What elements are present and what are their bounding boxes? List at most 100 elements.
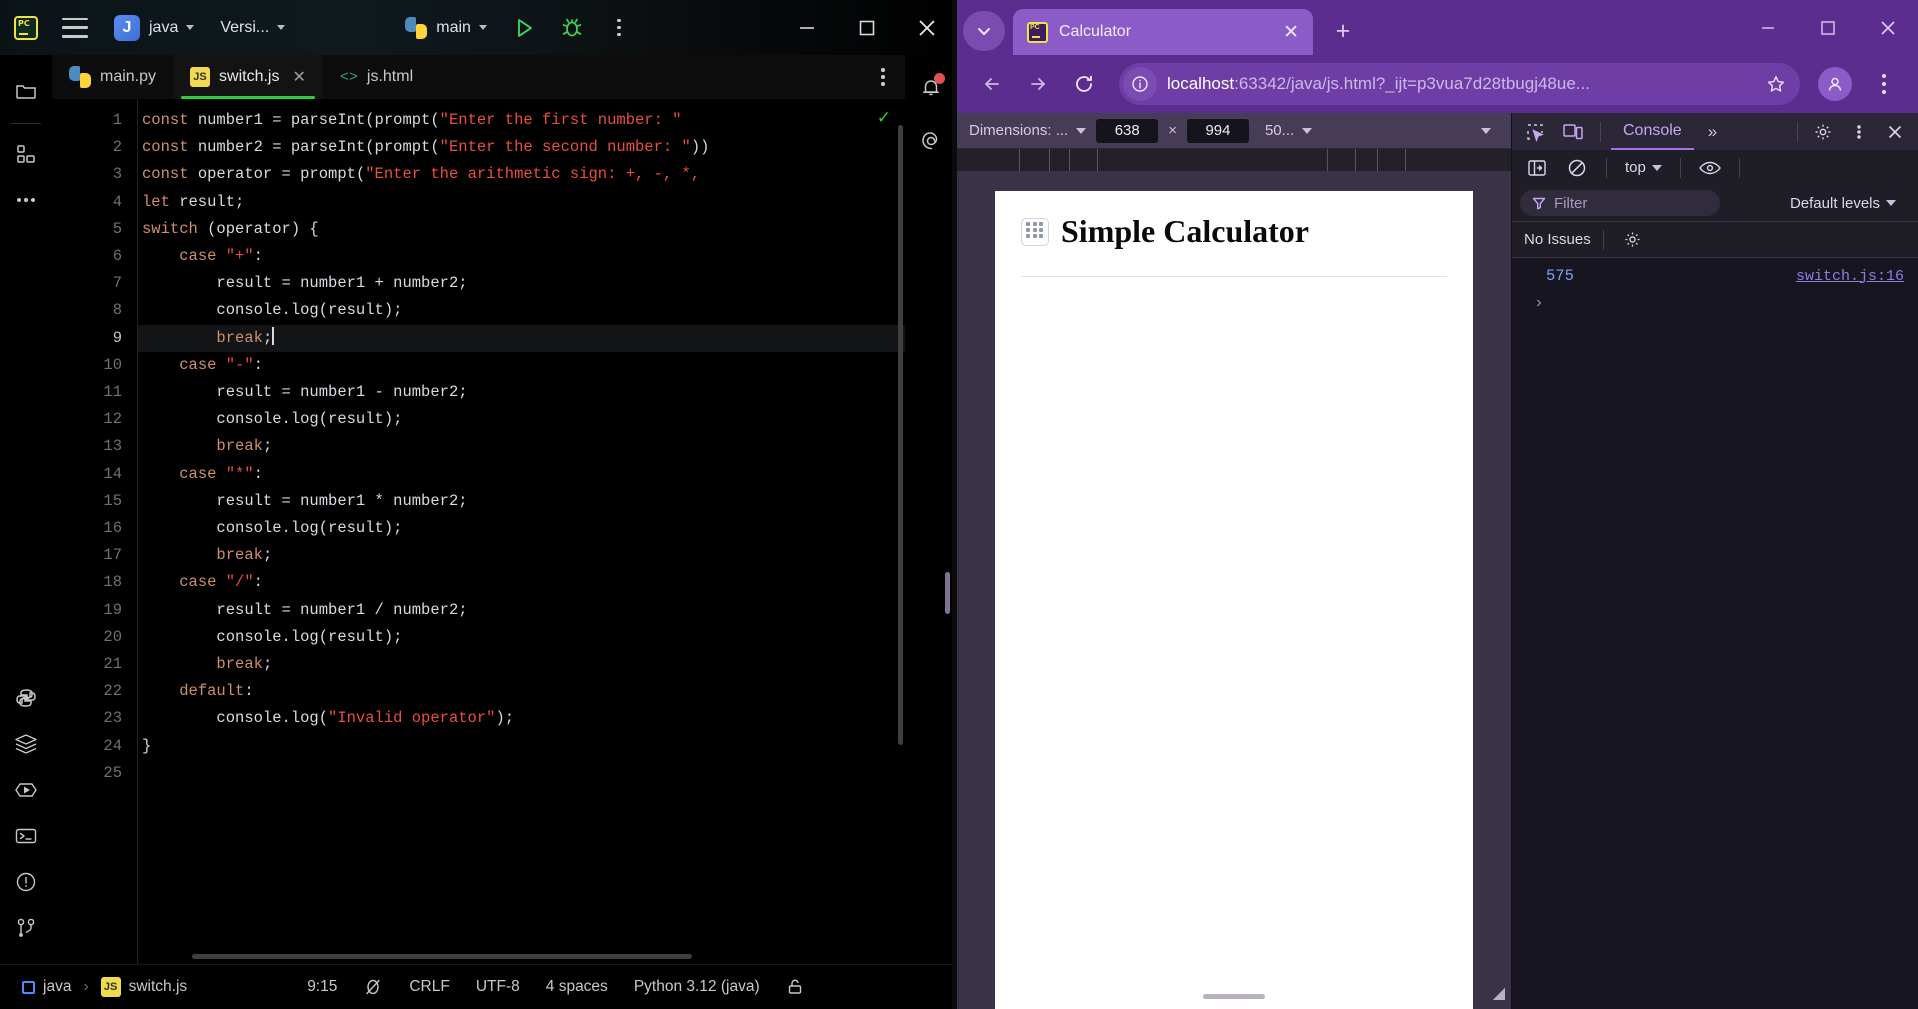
- code-line[interactable]: result = number1 * number2;: [138, 488, 905, 515]
- profile-avatar-icon[interactable]: [1818, 67, 1852, 101]
- new-tab-button[interactable]: +: [1323, 11, 1363, 51]
- close-icon[interactable]: [897, 0, 957, 55]
- console-filter-input[interactable]: Filter: [1520, 190, 1720, 216]
- minimize-icon[interactable]: [1738, 0, 1798, 55]
- browser-menu-icon[interactable]: [1864, 74, 1904, 94]
- code-editor[interactable]: 1 2 3 4 5 6 7 8 9 10 11 12 13 14 15 16 17 18 19 20 21 22 23 24 2…: [52, 99, 905, 964]
- run-configuration-selector[interactable]: main: [405, 16, 487, 39]
- close-devtools-icon[interactable]: [1878, 117, 1912, 147]
- code-line[interactable]: const operator = prompt("Enter the arith…: [138, 161, 905, 188]
- code-line[interactable]: break;: [138, 651, 905, 678]
- browser-tab-calculator[interactable]: Calculator ✕: [1013, 9, 1313, 55]
- notifications-bell-icon[interactable]: [911, 67, 951, 107]
- code-line[interactable]: case "/":: [138, 569, 905, 596]
- viewport-resize-handle[interactable]: [945, 572, 950, 614]
- code-line[interactable]: console.log(result);: [138, 406, 905, 433]
- execution-context-selector[interactable]: top: [1619, 159, 1668, 176]
- main-menu-icon[interactable]: [62, 17, 88, 38]
- code-line[interactable]: console.log(result);: [138, 624, 905, 651]
- code-line[interactable]: switch (operator) {: [138, 216, 905, 243]
- device-more-options-icon[interactable]: [1481, 127, 1491, 134]
- inspect-element-icon[interactable]: [1518, 117, 1552, 147]
- address-bar[interactable]: localhost:63342/java/js.html?_ijt=p3vua7…: [1119, 63, 1800, 105]
- close-tab-icon[interactable]: ✕: [292, 67, 305, 87]
- code-line[interactable]: result = number1 + number2;: [138, 270, 905, 297]
- forward-arrow-icon[interactable]: [1017, 63, 1059, 105]
- dimensions-selector[interactable]: Dimensions: ...: [969, 122, 1087, 139]
- code-line[interactable]: case "*":: [138, 461, 905, 488]
- log-levels-selector[interactable]: Default levels: [1790, 195, 1896, 212]
- python-console-icon[interactable]: [6, 678, 46, 718]
- code-line[interactable]: break;: [138, 433, 905, 460]
- code-line[interactable]: result = number1 - number2;: [138, 379, 905, 406]
- url-text[interactable]: localhost:63342/java/js.html?_ijt=p3vua7…: [1167, 74, 1748, 94]
- code-line[interactable]: default:: [138, 678, 905, 705]
- site-info-icon[interactable]: [1123, 67, 1157, 101]
- console-message-row[interactable]: 575 switch.js:16: [1512, 264, 1918, 288]
- code-line[interactable]: break;: [138, 324, 905, 352]
- line-separator[interactable]: CRLF: [409, 978, 449, 996]
- more-actions-icon[interactable]: [609, 18, 629, 37]
- editor-tab-main-py[interactable]: main.py: [52, 55, 173, 99]
- vcs-widget[interactable]: Versi...: [220, 19, 286, 37]
- code-line[interactable]: const number2 = parseInt(prompt("Enter t…: [138, 134, 905, 161]
- terminal-icon[interactable]: [6, 816, 46, 856]
- project-folder-icon[interactable]: [6, 71, 46, 111]
- console-sidebar-icon[interactable]: [1520, 153, 1554, 183]
- minimize-icon[interactable]: [777, 0, 837, 55]
- problems-icon[interactable]: [6, 862, 46, 902]
- viewport-width-input[interactable]: [1096, 118, 1159, 143]
- code-line[interactable]: const number1 = parseInt(prompt("Enter t…: [138, 107, 905, 134]
- issues-settings-icon[interactable]: [1616, 225, 1650, 255]
- page-viewport[interactable]: Simple Calculator: [995, 191, 1473, 1009]
- code-line[interactable]: case "-":: [138, 352, 905, 379]
- editor-vertical-scrollbar[interactable]: [898, 125, 903, 745]
- maximize-icon[interactable]: [837, 0, 897, 55]
- viewport-bottom-handle[interactable]: [1203, 994, 1265, 999]
- console-message-source[interactable]: switch.js:16: [1796, 268, 1904, 285]
- ai-assistant-icon[interactable]: [911, 121, 951, 161]
- run-icon[interactable]: [513, 17, 535, 39]
- zoom-selector[interactable]: 50...: [1265, 122, 1313, 139]
- more-tabs-icon[interactable]: »: [1698, 122, 1727, 142]
- run-widget-icon[interactable]: [6, 770, 46, 810]
- tab-console[interactable]: Console: [1611, 113, 1694, 150]
- version-control-icon[interactable]: [6, 908, 46, 948]
- code-line[interactable]: case "+":: [138, 243, 905, 270]
- editor-horizontal-scrollbar[interactable]: [192, 954, 692, 959]
- inspections-off-icon[interactable]: [363, 977, 383, 997]
- close-icon[interactable]: [1858, 0, 1918, 55]
- back-arrow-icon[interactable]: [971, 63, 1013, 105]
- reload-icon[interactable]: [1063, 63, 1105, 105]
- indent-setting[interactable]: 4 spaces: [546, 978, 608, 996]
- code-line[interactable]: console.log("Invalid operator");: [138, 705, 905, 732]
- issues-count[interactable]: No Issues: [1524, 231, 1591, 248]
- editor-tab-switch-js[interactable]: JS switch.js ✕: [173, 55, 323, 99]
- caret-position[interactable]: 9:15: [307, 978, 337, 996]
- database-icon[interactable]: [6, 724, 46, 764]
- inspection-status-icon[interactable]: ✓: [877, 108, 891, 128]
- code-line[interactable]: }: [138, 733, 905, 760]
- code-content[interactable]: const number1 = parseInt(prompt("Enter t…: [137, 99, 905, 964]
- code-line[interactable]: console.log(result);: [138, 297, 905, 324]
- python-interpreter[interactable]: Python 3.12 (java): [634, 978, 760, 996]
- tab-search-icon[interactable]: [963, 11, 1005, 51]
- device-toolbar-icon[interactable]: [1556, 117, 1590, 147]
- breadcrumb[interactable]: java › JS switch.js: [22, 977, 187, 997]
- editor-tab-js-html[interactable]: <> js.html: [323, 55, 430, 99]
- star-icon[interactable]: [1758, 66, 1794, 102]
- settings-gear-icon[interactable]: [1806, 117, 1840, 147]
- viewport-corner-resize-icon[interactable]: ◢: [1493, 983, 1505, 1003]
- unlocked-icon[interactable]: [786, 978, 804, 996]
- viewport-height-input[interactable]: [1186, 118, 1249, 143]
- console-output[interactable]: 575 switch.js:16 ›: [1512, 258, 1918, 1009]
- file-encoding[interactable]: UTF-8: [476, 978, 520, 996]
- more-tool-windows-icon[interactable]: [6, 180, 46, 220]
- live-expression-icon[interactable]: [1693, 153, 1727, 183]
- close-tab-icon[interactable]: ✕: [1283, 23, 1299, 42]
- project-selector[interactable]: J java: [114, 14, 195, 41]
- maximize-icon[interactable]: [1798, 0, 1858, 55]
- code-line[interactable]: let result;: [138, 189, 905, 216]
- code-line[interactable]: result = number1 / number2;: [138, 597, 905, 624]
- debug-icon[interactable]: [561, 17, 583, 39]
